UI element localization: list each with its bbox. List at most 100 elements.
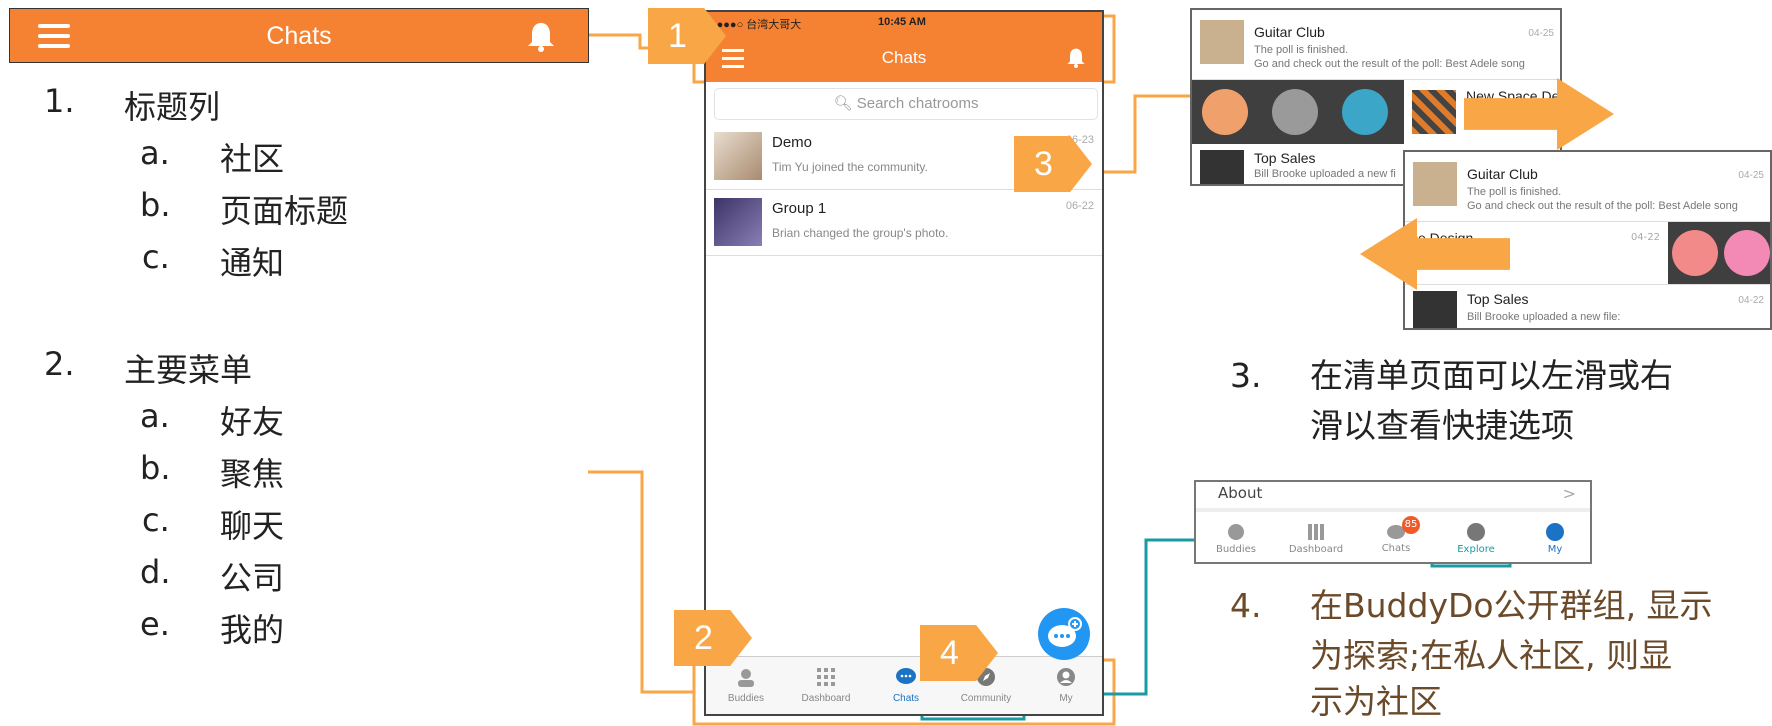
list-avatar [1412, 90, 1456, 134]
note-4-line2: 为探索;在私人社区, 则显 [1310, 636, 1673, 675]
list-sub: Go and check out the result of the poll:… [1254, 58, 1525, 70]
tab-label: Community [960, 693, 1012, 704]
chat-name: Group 1 [772, 200, 827, 217]
chat-add-icon [1048, 617, 1082, 647]
layers-icon[interactable] [1202, 89, 1248, 135]
note-4-num: 4. [1230, 586, 1262, 625]
about-row[interactable]: About > [1196, 482, 1590, 512]
dashboard-icon [1308, 524, 1324, 540]
list-title: Top Sales [1254, 150, 1316, 166]
list-title: Top Sales [1467, 291, 1529, 307]
outline-sub-text: 聚焦 [220, 455, 285, 493]
note-4-line3: 示为社区 [1310, 682, 1442, 721]
list-title: Guitar Club [1254, 24, 1325, 40]
tab-buddies[interactable]: Buddies [1196, 516, 1276, 555]
list-sub: Bill Brooke uploaded a new fi [1254, 168, 1396, 180]
list-avatar [1413, 291, 1457, 328]
chat-row[interactable]: Group 1 Brian changed the group's photo.… [706, 190, 1102, 256]
tab-my[interactable]: My [1516, 516, 1590, 555]
tab-dashboard[interactable]: Dashboard [1276, 516, 1356, 555]
outline-sub-text: 通知 [220, 244, 285, 282]
bell-icon[interactable] [526, 21, 556, 53]
members-icon[interactable] [1342, 89, 1388, 135]
search-icon: 🔍︎ [833, 95, 853, 112]
chat-bubble-icon [896, 668, 916, 684]
list-sub: The poll is finished. [1467, 186, 1562, 198]
tab-label: Buddies [727, 693, 765, 704]
new-chat-button[interactable] [1038, 608, 1090, 660]
tab-label: Buddies [1215, 544, 1257, 555]
outline-num-2: 2. [44, 345, 75, 383]
outline-label-2: 主要菜单 [124, 351, 253, 389]
list-date: 04-22 [1630, 232, 1660, 243]
outline-label-1: 标题列 [124, 88, 221, 126]
status-bar: ●●●●○ 台湾大哥大 10:45 AM [706, 12, 1102, 34]
outline-sub-letter: a. [140, 397, 170, 435]
tab-my[interactable]: My [1026, 657, 1106, 715]
tab-label: Chats [1381, 543, 1411, 554]
tab-explore[interactable]: Explore [1436, 516, 1516, 555]
chevron-right-icon: > [1562, 484, 1576, 503]
chat-avatar [714, 198, 762, 246]
list-item: Guitar Club The poll is finished. Go and… [1405, 152, 1770, 222]
gear-icon[interactable] [1272, 89, 1318, 135]
carrier-label: ●●●●○ 台湾大哥大 [710, 19, 802, 31]
nav-bar: Chats [706, 34, 1102, 82]
note-3-line1: 在清单页面可以左滑或右 [1310, 356, 1673, 395]
tab-label: My [1547, 544, 1563, 555]
outline-sub-text: 好友 [220, 403, 285, 441]
swipe-actions [1668, 222, 1770, 284]
outline-sub-letter: a. [140, 134, 170, 172]
outline-sub-text: 公司 [220, 559, 285, 597]
dashboard-icon [817, 668, 835, 686]
outline-sub-text: 我的 [220, 611, 285, 649]
list-date: 04-22 [1738, 295, 1764, 306]
outline-sub-text: 页面标题 [220, 192, 349, 230]
trash-icon[interactable] [1724, 230, 1770, 276]
tab-label: Dashboard [801, 693, 851, 704]
list-item: Top Sales Bill Brooke uploaded a new fil… [1405, 284, 1770, 328]
list-date: 04-25 [1528, 28, 1554, 39]
list-avatar [1200, 150, 1244, 184]
outline-sub-text: 社区 [220, 140, 285, 178]
search-placeholder: Search chatrooms [856, 95, 979, 112]
tab-chats[interactable]: Chats 85 [1356, 516, 1436, 554]
note-4-line1: 在BuddyDo公开群组, 显示 [1310, 586, 1713, 625]
list-title: Guitar Club [1467, 166, 1538, 182]
tab-bar: Buddies Dashboard Chats Community My [706, 656, 1102, 714]
outline-sub-letter: d. [140, 553, 171, 591]
tab-label: Explore [1457, 544, 1495, 555]
list-sub: Bill Brooke uploaded a new file: [1467, 311, 1621, 323]
bell-icon[interactable] [1066, 46, 1086, 70]
list-date: 04-25 [1738, 170, 1764, 181]
list-sub: The poll is finished. [1254, 44, 1349, 56]
chat-date: 06-22 [1065, 200, 1094, 212]
nav-title: Chats [881, 48, 927, 67]
chat-preview: Brian changed the group's photo. [772, 226, 949, 240]
outline-sub-letter: c. [142, 238, 170, 276]
compass-icon [1467, 523, 1485, 541]
tab-label: Dashboard [1288, 544, 1344, 555]
list-avatar [1413, 162, 1457, 206]
outline-num-1: 1. [44, 82, 75, 120]
header-bar: Chats [9, 8, 589, 63]
outline-sub-letter: b. [140, 449, 171, 487]
chat-preview: Tim Yu joined the community. [772, 160, 928, 174]
tab-label: My [1059, 693, 1073, 704]
tab-bar: Buddies Dashboard Chats 85 Explore My [1196, 516, 1590, 562]
mute-icon[interactable] [1672, 230, 1718, 276]
note-3-line2: 滑以查看快捷选项 [1310, 406, 1574, 445]
user-icon [1546, 523, 1564, 541]
user-icon [1057, 668, 1075, 686]
chat-name: Demo [772, 134, 813, 151]
search-input[interactable]: 🔍︎ Search chatrooms [714, 88, 1098, 120]
explore-tabbar-screenshot: About > Buddies Dashboard Chats 85 Explo… [1194, 480, 1592, 564]
buddies-icon [738, 669, 754, 687]
page-title: Chats [266, 22, 332, 50]
outline-sub-text: 聊天 [220, 507, 285, 545]
buddies-icon [1228, 524, 1244, 540]
outline-sub-letter: e. [140, 605, 170, 643]
outline-sub-letter: c. [142, 501, 170, 539]
list-sub: Go and check out the result of the poll:… [1467, 200, 1738, 212]
tab-dashboard[interactable]: Dashboard [786, 657, 866, 715]
